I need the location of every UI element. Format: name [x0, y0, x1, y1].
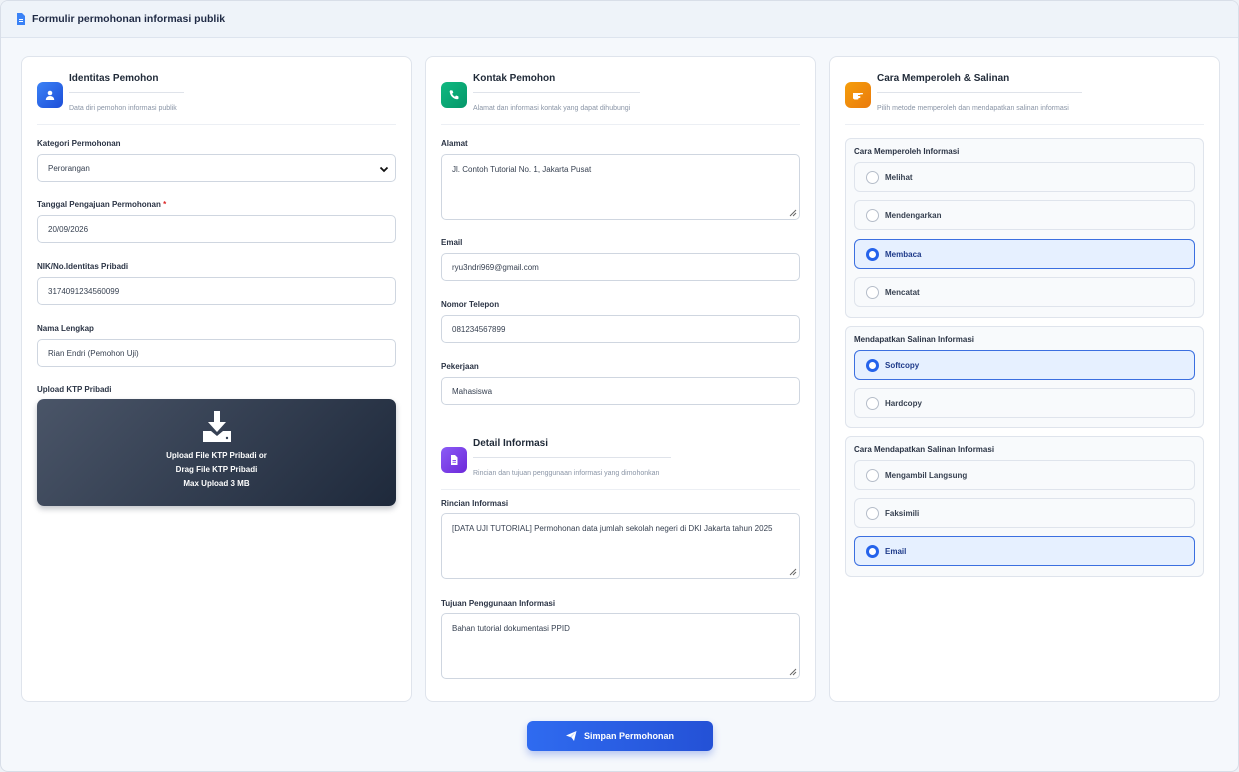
- section-subtitle: Rincian dan tujuan penggunaan informasi …: [473, 470, 660, 477]
- group-title: Mendapatkan Salinan Informasi: [854, 335, 975, 344]
- salinan-group: Mendapatkan Salinan Informasi Softcopy H…: [845, 326, 1204, 428]
- radio-button[interactable]: [866, 359, 879, 372]
- upload-label: Upload KTP Pribadi: [37, 385, 112, 394]
- rincian-label: Rincian Informasi: [441, 499, 509, 508]
- radio-button[interactable]: [866, 248, 879, 261]
- kategori-select[interactable]: Perorangan: [37, 154, 396, 182]
- section-title: Identitas Pemohon: [69, 73, 159, 84]
- option-mencatat[interactable]: Mencatat: [854, 277, 1195, 307]
- cara-card: Cara Memperoleh & Salinan Pilih metode m…: [829, 56, 1220, 702]
- pekerjaan-field[interactable]: Mahasiswa: [441, 377, 800, 405]
- email-field[interactable]: ryu3ndri969@gmail.com: [441, 253, 800, 281]
- pekerjaan-label: Pekerjaan: [441, 362, 479, 371]
- option-mendengarkan[interactable]: Mendengarkan: [854, 200, 1195, 230]
- memperoleh-group: Cara Memperoleh Informasi Melihat Menden…: [845, 138, 1204, 318]
- option-label: Email: [885, 547, 907, 556]
- option-label: Membaca: [885, 250, 922, 259]
- submit-label: Simpan Permohonan: [583, 731, 674, 741]
- identitas-card: Identitas Pemohon Data diri pemohon info…: [21, 56, 412, 702]
- kategori-label: Kategori Permohonan: [37, 139, 121, 148]
- telepon-label: Nomor Telepon: [441, 300, 500, 309]
- radio-button[interactable]: [866, 545, 879, 558]
- radio-button[interactable]: [866, 469, 879, 482]
- identitas-header: Identitas Pemohon Data diri pemohon info…: [37, 57, 396, 125]
- radio-button[interactable]: [866, 209, 879, 222]
- radio-button[interactable]: [866, 507, 879, 520]
- upload-text-3: Max Upload 3 MB: [183, 479, 250, 488]
- cara-salinan-group: Cara Mendapatkan Salinan Informasi Menga…: [845, 436, 1204, 577]
- section-subtitle: Alamat dan informasi kontak yang dapat d…: [473, 105, 631, 112]
- nama-label: Nama Lengkap: [37, 324, 94, 333]
- resize-grip-icon[interactable]: [789, 668, 797, 676]
- chevron-down-icon: [379, 166, 389, 173]
- radio-button[interactable]: [866, 171, 879, 184]
- divider: [473, 92, 640, 93]
- divider: [473, 457, 671, 458]
- radio-button[interactable]: [866, 286, 879, 299]
- option-membaca[interactable]: Membaca: [854, 239, 1195, 269]
- cara-header: Cara Memperoleh & Salinan Pilih metode m…: [845, 57, 1204, 125]
- user-icon: [37, 82, 63, 108]
- alamat-value: Jl. Contoh Tutorial No. 1, Jakarta Pusat: [452, 165, 592, 174]
- section-title: Detail Informasi: [473, 438, 549, 449]
- option-label: Mengambil Langsung: [885, 471, 968, 480]
- simpan-permohonan-button[interactable]: Simpan Permohonan: [527, 721, 713, 751]
- option-label: Hardcopy: [885, 399, 922, 408]
- section-subtitle: Data diri pemohon informasi publik: [69, 105, 177, 112]
- nama-input[interactable]: Rian Endri (Pemohon Uji): [37, 339, 396, 367]
- resize-grip-icon[interactable]: [789, 568, 797, 576]
- kategori-value: Perorangan: [48, 164, 90, 173]
- group-title: Cara Memperoleh Informasi: [854, 147, 960, 156]
- required-mark: *: [163, 200, 167, 209]
- tanggal-label: Tanggal Pengajuan Permohonan *: [37, 200, 167, 209]
- alamat-textarea[interactable]: Jl. Contoh Tutorial No. 1, Jakarta Pusat: [441, 154, 800, 220]
- divider: [69, 92, 184, 93]
- divider: [877, 92, 1082, 93]
- upload-text-2: Drag File KTP Pribadi: [175, 465, 258, 474]
- nik-input[interactable]: 3174091234560099: [37, 277, 396, 305]
- file-icon: [441, 447, 467, 473]
- option-label: Faksimili: [885, 509, 920, 518]
- detail-header: Detail Informasi Rincian dan tujuan peng…: [441, 422, 800, 490]
- phone-icon: [441, 82, 467, 108]
- document-icon: [17, 13, 25, 25]
- option-label: Mencatat: [885, 288, 920, 297]
- page-header: Formulir permohonan informasi publik: [1, 1, 1238, 38]
- tujuan-label: Tujuan Penggunaan Informasi: [441, 599, 556, 608]
- rincian-value: [DATA UJI TUTORIAL] Permohonan data juml…: [452, 524, 773, 533]
- option-email[interactable]: Email: [854, 536, 1195, 566]
- email-label: Email: [441, 238, 463, 247]
- ktp-upload-dropzone[interactable]: Upload File KTP Pribadi or Drag File KTP…: [37, 399, 396, 506]
- send-icon: [565, 731, 577, 741]
- option-softcopy[interactable]: Softcopy: [854, 350, 1195, 380]
- option-hardcopy[interactable]: Hardcopy: [854, 388, 1195, 418]
- kontak-header: Kontak Pemohon Alamat dan informasi kont…: [441, 57, 800, 125]
- section-title: Kontak Pemohon: [473, 73, 556, 84]
- rincian-textarea[interactable]: [DATA UJI TUTORIAL] Permohonan data juml…: [441, 513, 800, 579]
- tujuan-value: Bahan tutorial dokumentasi PPID: [452, 624, 570, 633]
- option-label: Melihat: [885, 173, 913, 182]
- download-icon: [202, 411, 231, 442]
- tujuan-textarea[interactable]: Bahan tutorial dokumentasi PPID: [441, 613, 800, 679]
- alamat-label: Alamat: [441, 139, 468, 148]
- option-label: Mendengarkan: [885, 211, 942, 220]
- option-melihat[interactable]: Melihat: [854, 162, 1195, 192]
- tanggal-input[interactable]: 20/09/2026: [37, 215, 396, 243]
- resize-grip-icon[interactable]: [789, 209, 797, 217]
- form-window: Formulir permohonan informasi publik Ide…: [0, 0, 1239, 772]
- kontak-card: Kontak Pemohon Alamat dan informasi kont…: [425, 56, 816, 702]
- option-faksimili[interactable]: Faksimili: [854, 498, 1195, 528]
- radio-button[interactable]: [866, 397, 879, 410]
- hand-pointing-icon: [845, 82, 871, 108]
- section-title: Cara Memperoleh & Salinan: [877, 73, 1010, 84]
- section-subtitle: Pilih metode memperoleh dan mendapatkan …: [877, 105, 1069, 112]
- page-title: Formulir permohonan informasi publik: [32, 13, 226, 25]
- group-title: Cara Mendapatkan Salinan Informasi: [854, 445, 995, 454]
- option-label: Softcopy: [885, 361, 920, 370]
- option-mengambil-langsung[interactable]: Mengambil Langsung: [854, 460, 1195, 490]
- nik-label: NIK/No.Identitas Pribadi: [37, 262, 129, 271]
- upload-text-1: Upload File KTP Pribadi or: [166, 451, 267, 460]
- telepon-field[interactable]: 081234567899: [441, 315, 800, 343]
